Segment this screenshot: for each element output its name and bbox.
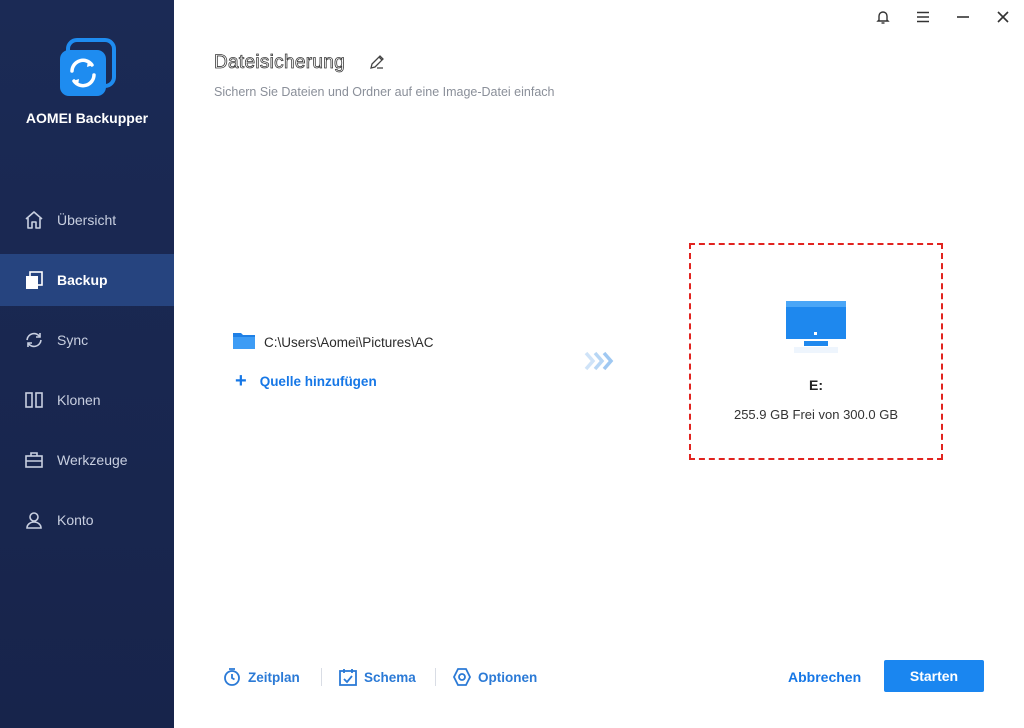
sidebar-item-tools[interactable]: Werkzeuge <box>0 434 174 486</box>
sidebar-item-sync[interactable]: Sync <box>0 314 174 366</box>
close-button[interactable] <box>992 8 1014 30</box>
page-subtitle: Sichern Sie Dateien und Ordner auf eine … <box>214 85 555 99</box>
clone-icon <box>23 389 45 411</box>
sidebar-item-label: Übersicht <box>57 212 117 228</box>
notifications-button[interactable] <box>872 8 894 30</box>
sidebar-item-label: Backup <box>57 272 108 288</box>
minimize-button[interactable] <box>952 8 974 30</box>
sidebar-item-account[interactable]: Konto <box>0 494 174 546</box>
app-name: AOMEI Backupper <box>25 110 149 126</box>
toolbar-divider <box>321 668 322 686</box>
close-icon <box>996 10 1010 29</box>
sidebar: AOMEI Backupper Übersicht Backup Sync Kl… <box>0 0 174 728</box>
sidebar-item-backup[interactable]: Backup <box>0 254 174 306</box>
sync-icon <box>23 329 45 351</box>
folder-icon <box>232 330 256 355</box>
source-path: C:\Users\Aomei\Pictures\AC <box>264 335 434 350</box>
timer-icon <box>222 667 242 687</box>
calendar-check-icon <box>338 667 358 687</box>
scheme-label: Schema <box>364 669 416 685</box>
tools-icon <box>23 449 45 471</box>
scheme-button[interactable]: Schema <box>338 666 416 688</box>
home-icon <box>23 209 45 231</box>
add-source-button[interactable]: + Quelle hinzufügen <box>235 370 377 392</box>
sidebar-item-label: Werkzeuge <box>57 452 128 468</box>
cancel-button[interactable]: Abbrechen <box>788 669 861 685</box>
sidebar-item-label: Sync <box>57 332 89 348</box>
sidebar-item-clone[interactable]: Klonen <box>0 374 174 426</box>
backup-icon <box>23 269 45 291</box>
source-item[interactable]: C:\Users\Aomei\Pictures\AC <box>232 330 434 355</box>
toolbar-divider <box>435 668 436 686</box>
destination-drive: E: <box>809 377 823 393</box>
start-button[interactable]: Starten <box>884 660 984 692</box>
schedule-label: Zeitplan <box>248 669 300 685</box>
menu-icon <box>916 10 930 29</box>
sidebar-item-overview[interactable]: Übersicht <box>0 194 174 246</box>
options-button[interactable]: Optionen <box>452 666 537 688</box>
options-label: Optionen <box>478 669 538 685</box>
options-icon <box>452 667 472 687</box>
sidebar-item-label: Klonen <box>57 392 101 408</box>
destination-box[interactable]: E: 255.9 GB Frei von 300.0 GB <box>689 243 943 460</box>
monitor-icon <box>784 299 848 362</box>
app-logo-icon <box>58 38 116 98</box>
page-title: Dateisicherung <box>214 52 345 74</box>
sidebar-item-label: Konto <box>57 512 94 528</box>
direction-arrows-icon <box>584 350 616 377</box>
destination-space: 255.9 GB Frei von 300.0 GB <box>733 407 899 422</box>
edit-icon[interactable] <box>368 53 386 71</box>
menu-button[interactable] <box>912 8 934 30</box>
add-source-label: Quelle hinzufügen <box>259 373 377 389</box>
plus-icon: + <box>235 370 247 392</box>
schedule-button[interactable]: Zeitplan <box>222 666 300 688</box>
user-icon <box>23 509 45 531</box>
minimize-icon <box>956 10 970 29</box>
bell-icon <box>875 9 891 30</box>
